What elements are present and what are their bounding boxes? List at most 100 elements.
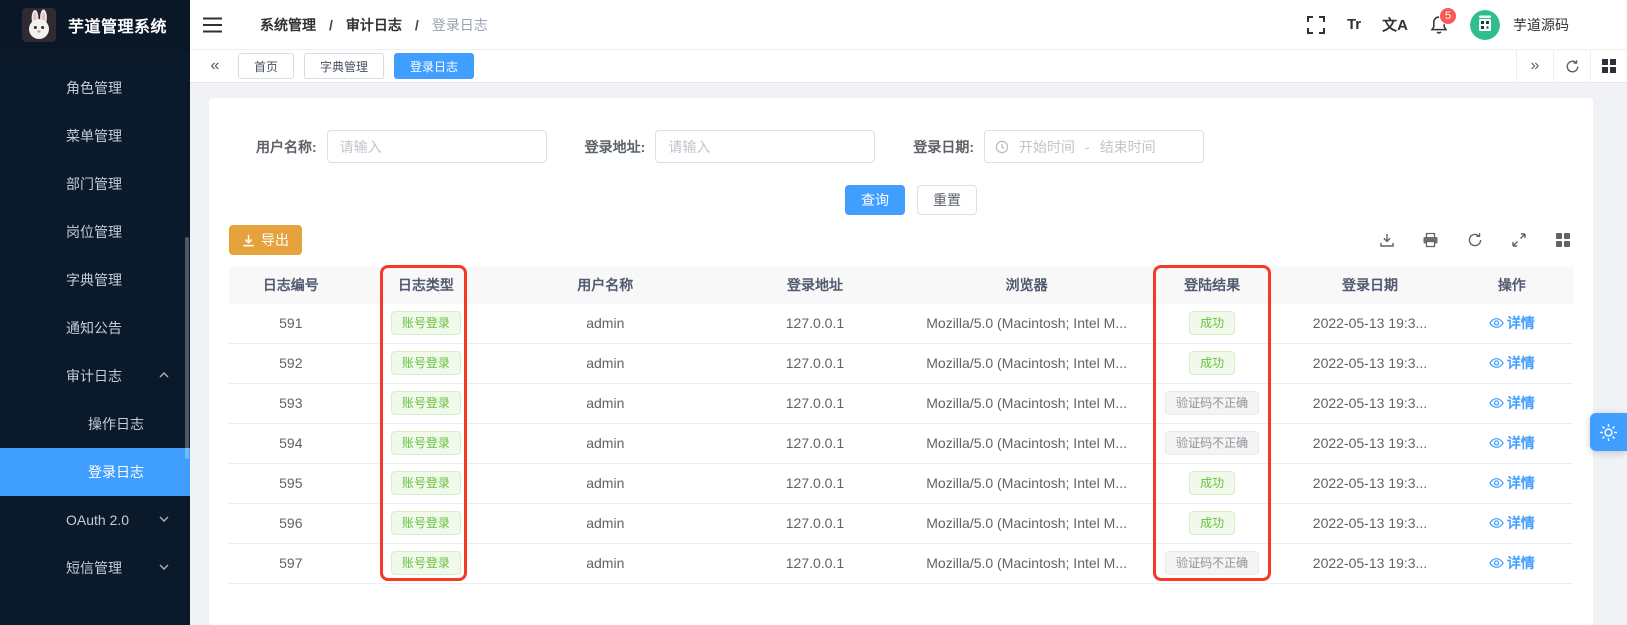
cell-browser: Mozilla/5.0 (Macintosh; Intel M... xyxy=(918,383,1134,423)
sidebar: 芋道管理系统 角色管理 菜单管理 部门管理 岗位管理 字典管理 通知公告 审计日… xyxy=(0,0,190,625)
cell-date: 2022-05-13 19:3... xyxy=(1289,463,1450,503)
cell-browser: Mozilla/5.0 (Macintosh; Intel M... xyxy=(918,423,1134,463)
sidebar-item-label: 岗位管理 xyxy=(66,222,122,242)
filter-username: 用户名称: xyxy=(256,130,547,163)
sidebar-item-label: 登录日志 xyxy=(88,462,144,482)
table-row: 596 账号登录 admin 127.0.0.1 Mozilla/5.0 (Ma… xyxy=(229,503,1573,543)
eye-icon xyxy=(1489,437,1504,449)
print-icon[interactable] xyxy=(1422,232,1439,249)
sidebar-item-oauth[interactable]: OAuth 2.0 xyxy=(0,496,190,544)
sidebar-item-audit-log[interactable]: 审计日志 xyxy=(0,352,190,400)
username-input[interactable] xyxy=(327,130,547,163)
log-type-tag: 账号登录 xyxy=(391,431,461,455)
sidebar-item-post-management[interactable]: 岗位管理 xyxy=(0,208,190,256)
result-tag: 验证码不正确 xyxy=(1165,391,1259,415)
main-area: 系统管理 / 审计日志 / 登录日志 Tr 文A 5 芋道源码 xyxy=(190,0,1627,625)
user-name[interactable]: 芋道源码 xyxy=(1513,15,1569,35)
table-row: 594 账号登录 admin 127.0.0.1 Mozilla/5.0 (Ma… xyxy=(229,423,1573,463)
export-button[interactable]: 导出 xyxy=(229,225,302,255)
sidebar-menu: 角色管理 菜单管理 部门管理 岗位管理 字典管理 通知公告 审计日志 操作日志 … xyxy=(0,50,190,592)
tab-login-log[interactable]: 登录日志 xyxy=(394,53,474,79)
cell-address: 127.0.0.1 xyxy=(711,543,918,583)
detail-link[interactable]: 详情 xyxy=(1489,353,1535,373)
fullscreen-icon[interactable] xyxy=(1306,15,1326,35)
breadcrumb-item-current: 登录日志 xyxy=(432,15,488,35)
column-settings-icon[interactable] xyxy=(1554,232,1571,249)
translate-icon[interactable]: 文A xyxy=(1382,14,1408,35)
tabs-scroll-right-icon[interactable]: » xyxy=(1516,50,1553,83)
cell-date: 2022-05-13 19:3... xyxy=(1289,543,1450,583)
cell-date: 2022-05-13 19:3... xyxy=(1289,303,1450,343)
sidebar-item-dept-management[interactable]: 部门管理 xyxy=(0,160,190,208)
sidebar-item-role-management[interactable]: 角色管理 xyxy=(0,64,190,112)
detail-link[interactable]: 详情 xyxy=(1489,393,1535,413)
detail-link[interactable]: 详情 xyxy=(1489,473,1535,493)
tab-dict-management[interactable]: 字典管理 xyxy=(304,53,384,79)
breadcrumb-item[interactable]: 审计日志 xyxy=(346,15,402,35)
detail-link[interactable]: 详情 xyxy=(1489,433,1535,453)
cell-date: 2022-05-13 19:3... xyxy=(1289,343,1450,383)
tabs-scroll-left-icon[interactable]: « xyxy=(202,57,228,75)
date-range-picker[interactable]: 开始时间 - 结束时间 xyxy=(984,130,1204,163)
expand-icon[interactable] xyxy=(1510,232,1527,249)
tab-refresh-icon[interactable] xyxy=(1553,50,1590,83)
table-row: 592 账号登录 admin 127.0.0.1 Mozilla/5.0 (Ma… xyxy=(229,343,1573,383)
reset-button[interactable]: 重置 xyxy=(917,185,977,215)
filter-address: 登录地址: xyxy=(585,130,876,163)
date-start-placeholder[interactable]: 开始时间 xyxy=(1019,137,1075,157)
tab-layout-grid-icon[interactable] xyxy=(1590,50,1627,83)
table-row: 591 账号登录 admin 127.0.0.1 Mozilla/5.0 (Ma… xyxy=(229,303,1573,343)
sidebar-item-operation-log[interactable]: 操作日志 xyxy=(0,400,190,448)
login-log-table: 日志编号 日志类型 用户名称 登录地址 浏览器 登陆结果 登录日期 操作 591 xyxy=(229,267,1573,584)
result-tag: 成功 xyxy=(1189,471,1235,495)
log-type-tag: 账号登录 xyxy=(391,551,461,575)
app-window: 芋道管理系统 角色管理 菜单管理 部门管理 岗位管理 字典管理 通知公告 审计日… xyxy=(0,0,1627,625)
cell-user: admin xyxy=(499,343,711,383)
address-input[interactable] xyxy=(655,130,875,163)
cell-browser: Mozilla/5.0 (Macintosh; Intel M... xyxy=(918,543,1134,583)
settings-gear-button[interactable] xyxy=(1590,413,1627,451)
cell-address: 127.0.0.1 xyxy=(711,503,918,543)
notification-bell-icon[interactable]: 5 xyxy=(1429,15,1449,35)
refresh-icon[interactable] xyxy=(1466,232,1483,249)
menu-collapse-icon[interactable] xyxy=(203,17,222,33)
app-title: 芋道管理系统 xyxy=(68,13,167,37)
sidebar-item-label: 操作日志 xyxy=(88,414,144,434)
col-actions: 操作 xyxy=(1451,267,1573,303)
breadcrumb-item[interactable]: 系统管理 xyxy=(260,15,316,35)
sidebar-item-label: 菜单管理 xyxy=(66,126,122,146)
sidebar-item-dict-management[interactable]: 字典管理 xyxy=(0,256,190,304)
sidebar-item-sms-management[interactable]: 短信管理 xyxy=(0,544,190,592)
download-icon[interactable] xyxy=(1378,232,1395,249)
font-size-icon[interactable]: Tr xyxy=(1347,16,1361,33)
log-type-tag: 账号登录 xyxy=(391,471,461,495)
filter-buttons: 查询 重置 xyxy=(229,185,1573,215)
detail-link[interactable]: 详情 xyxy=(1489,513,1535,533)
detail-link[interactable]: 详情 xyxy=(1489,313,1535,333)
app-logo-row[interactable]: 芋道管理系统 xyxy=(0,0,190,50)
table-toolbar: 导出 xyxy=(229,225,1573,255)
detail-link[interactable]: 详情 xyxy=(1489,553,1535,573)
avatar[interactable] xyxy=(1470,10,1500,40)
content-card: 用户名称: 登录地址: 登录日期: 开始时间 xyxy=(209,98,1593,625)
cell-log-id: 592 xyxy=(229,343,353,383)
col-log-type: 日志类型 xyxy=(353,267,499,303)
download-icon xyxy=(242,234,255,247)
cell-user: admin xyxy=(499,463,711,503)
chevron-down-icon xyxy=(158,512,170,528)
sidebar-scrollbar[interactable] xyxy=(185,237,189,459)
cell-browser: Mozilla/5.0 (Macintosh; Intel M... xyxy=(918,303,1134,343)
date-end-placeholder[interactable]: 结束时间 xyxy=(1100,137,1156,157)
sidebar-item-label: 字典管理 xyxy=(66,270,122,290)
sidebar-item-login-log[interactable]: 登录日志 xyxy=(0,448,190,496)
eye-icon xyxy=(1489,557,1504,569)
tab-home[interactable]: 首页 xyxy=(238,53,294,79)
sidebar-item-notice[interactable]: 通知公告 xyxy=(0,304,190,352)
cell-date: 2022-05-13 19:3... xyxy=(1289,423,1450,463)
notification-badge: 5 xyxy=(1439,7,1457,25)
search-button[interactable]: 查询 xyxy=(845,185,905,215)
cell-browser: Mozilla/5.0 (Macintosh; Intel M... xyxy=(918,343,1134,383)
table-row: 593 账号登录 admin 127.0.0.1 Mozilla/5.0 (Ma… xyxy=(229,383,1573,423)
date-range-separator: - xyxy=(1085,139,1090,155)
sidebar-item-menu-management[interactable]: 菜单管理 xyxy=(0,112,190,160)
